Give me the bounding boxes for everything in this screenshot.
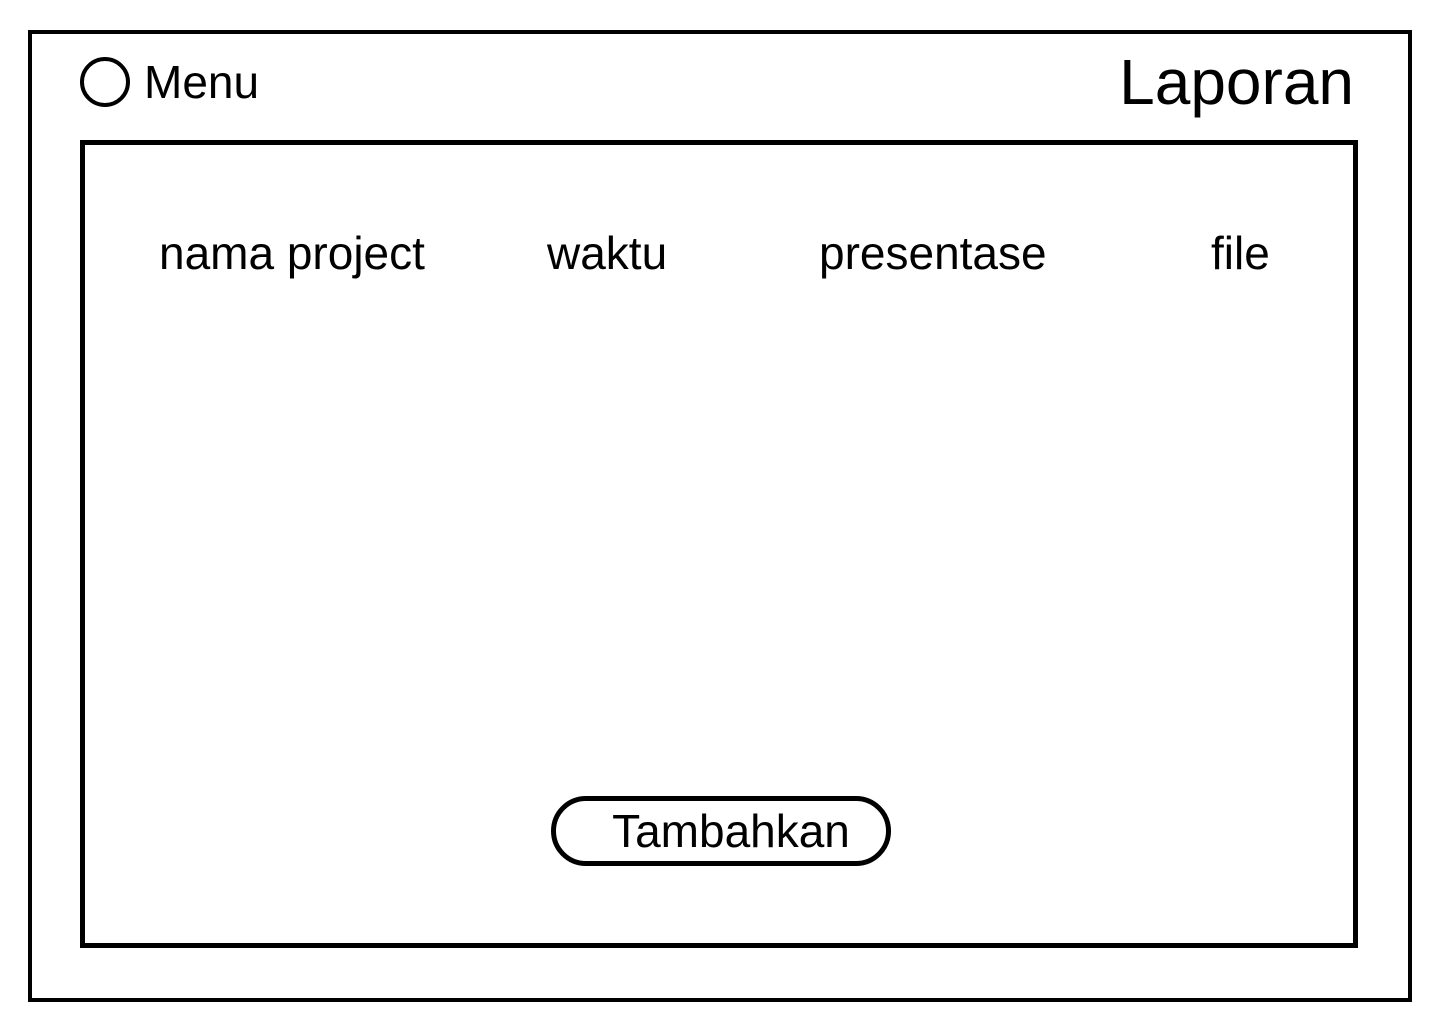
add-button[interactable]: Tambahkan (551, 796, 891, 866)
column-header-presentase: presentase (819, 227, 1047, 279)
column-header-nama-project: nama project (159, 227, 425, 279)
column-header-waktu: waktu (547, 227, 668, 279)
circle-icon (80, 57, 130, 107)
report-panel: nama project waktu presentase file Tamba… (80, 140, 1358, 948)
page-title: Laporan (1119, 46, 1354, 118)
column-header-file: file (1211, 227, 1270, 279)
menu-label: Menu (144, 56, 260, 108)
menu-button[interactable]: Menu (80, 56, 259, 108)
